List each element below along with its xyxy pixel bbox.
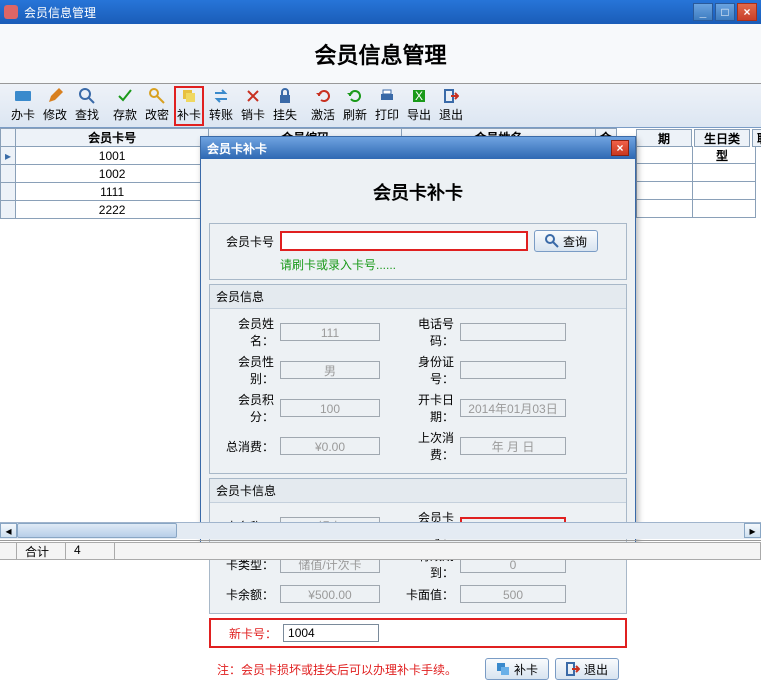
scroll-thumb[interactable]: [17, 523, 177, 538]
page-title: 会员信息管理: [314, 38, 446, 70]
main-window: 会员信息管理 _ □ × 会员信息管理 办卡 修改 查找 存款 改密 补卡 转账…: [0, 0, 761, 567]
phone-field: [460, 323, 566, 341]
key-icon: [149, 88, 165, 104]
col-bd[interactable]: 生日类型: [694, 129, 750, 147]
dialog-close-button[interactable]: ×: [611, 140, 629, 156]
copy-icon: [496, 662, 510, 676]
cbal-field: ¥500.00: [280, 585, 380, 603]
spend-field: ¥0.00: [280, 437, 380, 455]
open-label: 开卡日期：: [398, 391, 454, 425]
toolbar-edit[interactable]: 修改: [40, 86, 70, 126]
toolbar: 办卡 修改 查找 存款 改密 补卡 转账 销卡 挂失 激活 刷新 打印 X导出 …: [0, 84, 761, 128]
scroll-left-button[interactable]: ◂: [0, 523, 17, 538]
name-field: 111: [280, 323, 380, 341]
card-info-title: 会员卡信息: [210, 479, 626, 503]
search-button[interactable]: 查询: [534, 230, 598, 252]
toolbar-change-password[interactable]: 改密: [142, 86, 172, 126]
search-icon: [545, 234, 559, 248]
dialog-title: 会员卡补卡: [207, 140, 611, 157]
open-field: 2014年01月03日: [460, 399, 566, 417]
toolbar-transfer[interactable]: 转账: [206, 86, 236, 126]
footer-label: 合计: [16, 542, 66, 560]
footer-count: 4: [65, 542, 115, 560]
col-card[interactable]: 会员卡号: [16, 129, 209, 147]
replace-button[interactable]: 补卡: [485, 658, 549, 680]
toolbar-report-lost[interactable]: 挂失: [270, 86, 300, 126]
lock-icon: [277, 88, 293, 104]
last-label: 上次消费：: [398, 429, 454, 463]
card-number-label: 会员卡号: [218, 233, 274, 250]
card-number-input[interactable]: [280, 231, 528, 251]
horizontal-scrollbar[interactable]: ◂ ▸: [0, 522, 761, 539]
search-icon: [79, 88, 95, 104]
close-button[interactable]: ×: [737, 3, 757, 21]
dialog-note: 注：会员卡损坏或挂失后可以办理补卡手续。: [217, 661, 479, 678]
toolbar-export[interactable]: X导出: [404, 86, 434, 126]
app-icon: [4, 5, 18, 19]
card-icon: [15, 88, 31, 104]
cface-field: 500: [460, 585, 566, 603]
member-info-group: 会员信息 会员姓名： 111 电话号码： 会员性别： 男 身份证号：: [209, 284, 627, 474]
pencil-icon: [47, 88, 63, 104]
gender-field: 男: [280, 361, 380, 379]
dialog-titlebar[interactable]: 会员卡补卡 ×: [201, 137, 635, 159]
refresh-icon: [347, 88, 363, 104]
scroll-right-button[interactable]: ▸: [744, 523, 761, 538]
col-date[interactable]: 期: [636, 129, 692, 147]
cbal-label: 卡余额：: [218, 586, 274, 603]
dialog-heading: 会员卡补卡: [209, 165, 627, 223]
newcard-input[interactable]: [283, 624, 379, 642]
col-link[interactable]: 联: [752, 129, 761, 147]
points-label: 会员积分：: [218, 391, 274, 425]
toolbar-replace-card[interactable]: 补卡: [174, 86, 204, 126]
phone-label: 电话号码：: [398, 315, 454, 349]
titlebar: 会员信息管理 _ □ ×: [0, 0, 761, 24]
toolbar-activate[interactable]: 激活: [308, 86, 338, 126]
toolbar-print[interactable]: 打印: [372, 86, 402, 126]
export-icon: X: [411, 88, 427, 104]
svg-text:X: X: [415, 89, 423, 103]
copy-icon: [181, 88, 197, 104]
last-field: 年 月 日: [460, 437, 566, 455]
spend-label: 总消费：: [218, 438, 274, 455]
transfer-icon: [213, 88, 229, 104]
id-field: [460, 361, 566, 379]
delete-icon: [245, 88, 261, 104]
print-icon: [379, 88, 395, 104]
newcard-label: 新卡号：: [229, 625, 277, 642]
toolbar-exit[interactable]: 退出: [436, 86, 466, 126]
toolbar-cancel-card[interactable]: 销卡: [238, 86, 268, 126]
undo-icon: [315, 88, 331, 104]
cface-label: 卡面值：: [398, 586, 454, 603]
toolbar-refresh[interactable]: 刷新: [340, 86, 370, 126]
page-header: 会员信息管理: [0, 24, 761, 84]
maximize-button[interactable]: □: [715, 3, 735, 21]
gender-label: 会员性别：: [218, 353, 274, 387]
exit-button[interactable]: 退出: [555, 658, 619, 680]
card-hint: 请刷卡或录入卡号......: [280, 256, 618, 273]
minimize-button[interactable]: _: [693, 3, 713, 21]
footer: 合计 4: [0, 540, 761, 560]
replace-card-dialog: 会员卡补卡 × 会员卡补卡 会员卡号 查询 请刷卡或录入卡号......: [200, 136, 636, 548]
name-label: 会员姓名：: [218, 315, 274, 349]
new-card-row: 新卡号：: [209, 618, 627, 648]
toolbar-find[interactable]: 查找: [72, 86, 102, 126]
exit-icon: [566, 662, 580, 676]
window-title: 会员信息管理: [24, 4, 691, 21]
dialog-footer: 注：会员卡损坏或挂失后可以办理补卡手续。 补卡 退出: [209, 652, 627, 688]
toolbar-deposit[interactable]: 存款: [110, 86, 140, 126]
points-field: 100: [280, 399, 380, 417]
card-search-group: 会员卡号 查询 请刷卡或录入卡号......: [209, 223, 627, 280]
member-info-title: 会员信息: [210, 285, 626, 309]
toolbar-create-card[interactable]: 办卡: [8, 86, 38, 126]
id-label: 身份证号：: [398, 353, 454, 387]
exit-icon: [443, 88, 459, 104]
check-icon: [117, 88, 133, 104]
